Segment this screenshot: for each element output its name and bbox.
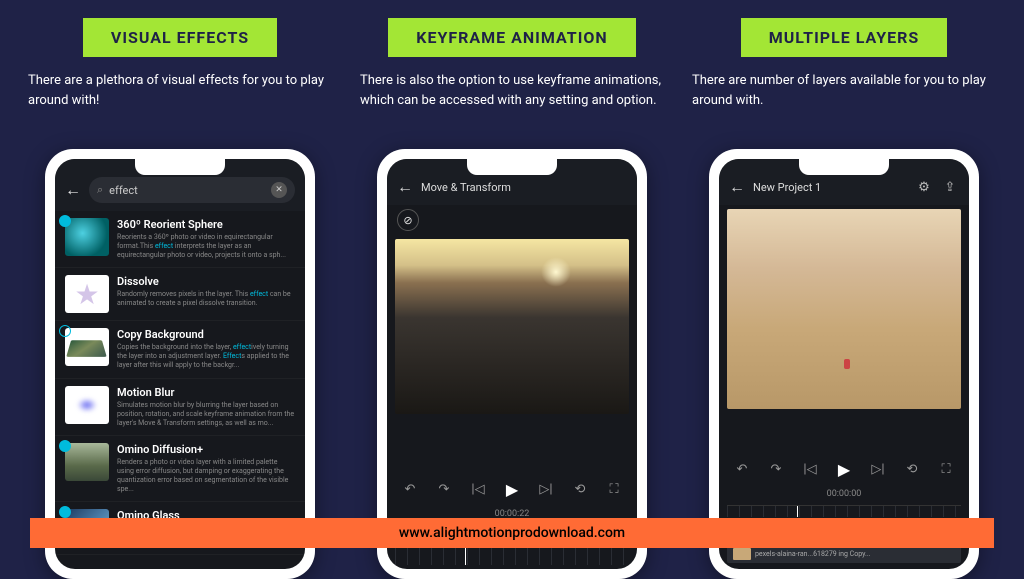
undo-icon[interactable]: ↶: [731, 462, 753, 477]
phone-mockup-2: ← Move & Transform ⊘ ↶ ↷ |◁ ▶ ▷| ⟲ ⛶ 00: [377, 149, 647, 579]
effect-title: Dissolve: [117, 275, 295, 288]
watermark-banner: www.alightmotionprodownload.com: [30, 518, 994, 548]
search-input[interactable]: ⌕ effect ✕: [89, 177, 295, 203]
caption-visual-effects: There are a plethora of visual effects f…: [28, 71, 332, 127]
phone-notch: [799, 159, 889, 175]
check-icon: [59, 440, 71, 452]
column-visual-effects: VISUAL EFFECTS There are a plethora of v…: [28, 18, 332, 579]
skip-start-icon[interactable]: |◁: [467, 482, 489, 497]
phone-notch: [135, 159, 225, 175]
caption-layers: There are number of layers available for…: [692, 71, 996, 127]
zoom-icon[interactable]: ⊘: [397, 209, 419, 231]
screen-3: ← New Project 1 ⚙ ⇪ ↶ ↷ |◁ ▶ ▷| ⟲ ⛶: [719, 159, 969, 569]
phone-notch: [467, 159, 557, 175]
effect-desc: Reorients a 360º photo or video in equir…: [117, 233, 295, 260]
back-icon[interactable]: ←: [65, 180, 81, 200]
effect-thumbnail: [65, 443, 109, 481]
screen-1: ← ⌕ effect ✕ 360º Reorient Sphere Reorien…: [55, 159, 305, 569]
effect-desc: Simulates motion blur by blurring the la…: [117, 401, 295, 428]
export-icon[interactable]: ⇪: [941, 178, 959, 196]
search-text: effect: [109, 184, 138, 197]
play-icon[interactable]: ▶: [501, 480, 523, 499]
column-keyframe: KEYFRAME ANIMATION There is also the opt…: [360, 18, 664, 579]
settings-icon[interactable]: ⚙: [915, 178, 933, 196]
badge-keyframe: KEYFRAME ANIMATION: [388, 18, 635, 57]
playback-controls: ↶ ↷ |◁ ▶ ▷| ⟲ ⛶: [387, 472, 637, 507]
effects-list[interactable]: 360º Reorient Sphere Reorients a 360º pho…: [55, 211, 305, 569]
effect-item[interactable]: 360º Reorient Sphere Reorients a 360º pho…: [55, 211, 305, 268]
phone-mockup-3: ← New Project 1 ⚙ ⇪ ↶ ↷ |◁ ▶ ▷| ⟲ ⛶: [709, 149, 979, 579]
play-icon[interactable]: ▶: [833, 460, 855, 479]
effect-item[interactable]: Copy Background Copies the background int…: [55, 321, 305, 378]
screen-title: Move & Transform: [421, 181, 511, 194]
effect-title: Omino Diffusion+: [117, 443, 295, 456]
effect-thumbnail: [65, 328, 109, 366]
redo-icon[interactable]: ↷: [765, 462, 787, 477]
column-layers: MULTIPLE LAYERS There are number of laye…: [692, 18, 996, 579]
clear-icon[interactable]: ✕: [271, 182, 287, 198]
effect-title: Motion Blur: [117, 386, 295, 399]
caption-keyframe: There is also the option to use keyframe…: [360, 71, 664, 127]
effect-desc: Renders a photo or video layer with a li…: [117, 458, 295, 494]
badge-visual-effects: VISUAL EFFECTS: [83, 18, 277, 57]
fullscreen-icon[interactable]: ⛶: [603, 482, 625, 497]
effect-thumbnail: [65, 386, 109, 424]
project-title: New Project 1: [753, 181, 821, 194]
screen-2: ← Move & Transform ⊘ ↶ ↷ |◁ ▶ ▷| ⟲ ⛶ 00: [387, 159, 637, 569]
badge-layers: MULTIPLE LAYERS: [741, 18, 948, 57]
loop-icon[interactable]: ⟲: [569, 482, 591, 497]
search-icon: ⌕: [97, 183, 103, 197]
skip-end-icon[interactable]: ▷|: [867, 462, 889, 477]
check-icon: [59, 215, 71, 227]
playback-controls: ↶ ↷ |◁ ▶ ▷| ⟲ ⛶: [719, 452, 969, 487]
effect-item[interactable]: Motion Blur Simulates motion blur by blur…: [55, 379, 305, 436]
phone-mockup-1: ← ⌕ effect ✕ 360º Reorient Sphere Reorien…: [45, 149, 315, 579]
fullscreen-icon[interactable]: ⛶: [935, 462, 957, 477]
effect-desc: Randomly removes pixels in the layer. Th…: [117, 290, 295, 308]
preview-canvas[interactable]: [395, 239, 629, 414]
effect-item[interactable]: Dissolve Randomly removes pixels in the l…: [55, 268, 305, 321]
loop-icon[interactable]: ⟲: [901, 462, 923, 477]
timecode: 00:00:00: [719, 487, 969, 501]
back-icon[interactable]: ←: [397, 177, 413, 197]
timeline[interactable]: [727, 505, 961, 517]
redo-icon[interactable]: ↷: [433, 482, 455, 497]
back-icon[interactable]: ←: [729, 177, 745, 197]
skip-end-icon[interactable]: ▷|: [535, 482, 557, 497]
effect-item[interactable]: Omino Diffusion+ Renders a photo or video…: [55, 436, 305, 502]
effect-thumbnail: [65, 275, 109, 313]
skip-start-icon[interactable]: |◁: [799, 462, 821, 477]
preview-canvas[interactable]: [727, 209, 961, 409]
zoom-row: ⊘: [387, 205, 637, 235]
effect-title: Copy Background: [117, 328, 295, 341]
effect-title: 360º Reorient Sphere: [117, 218, 295, 231]
effect-desc: Copies the background into the layer, ef…: [117, 343, 295, 370]
effect-thumbnail: [65, 218, 109, 256]
undo-icon[interactable]: ↶: [399, 482, 421, 497]
